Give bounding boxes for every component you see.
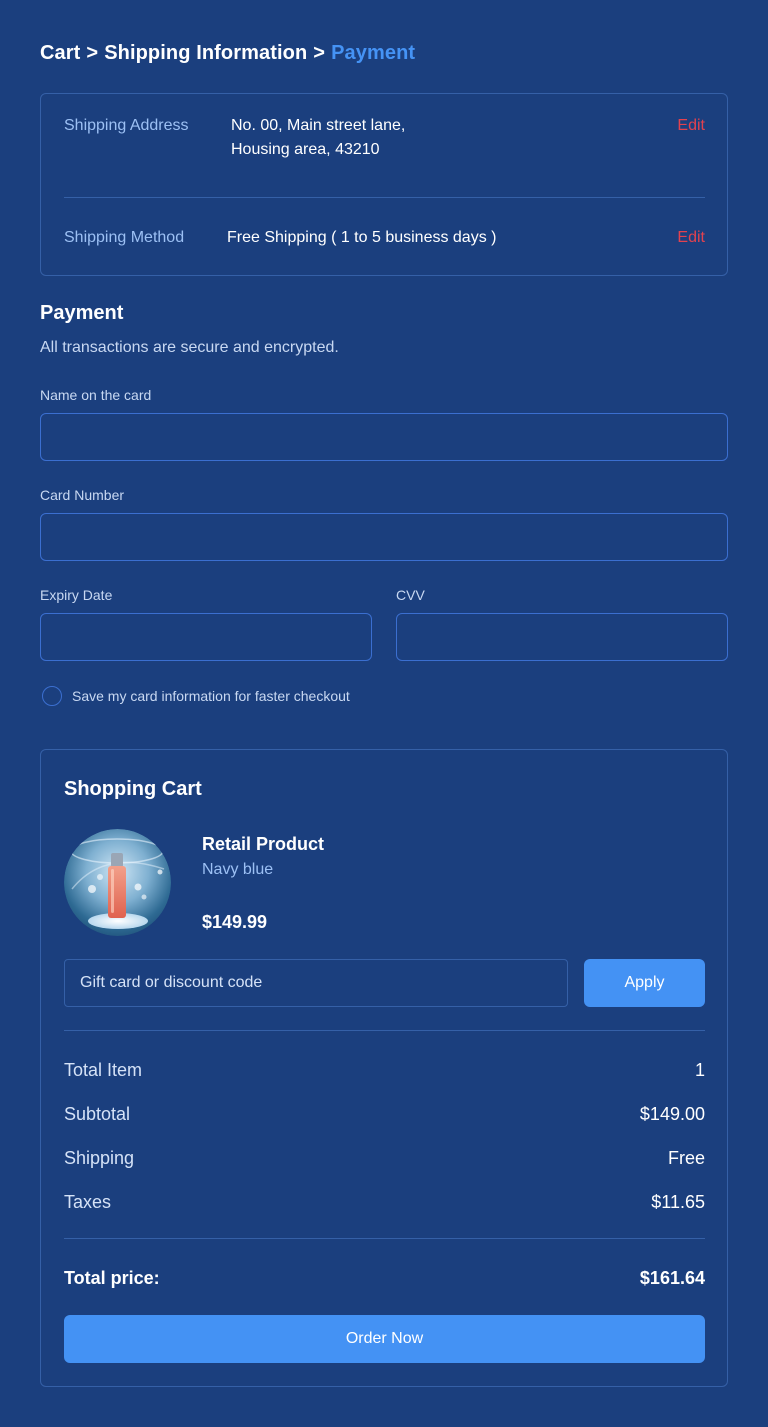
total-item-value: 1	[694, 1060, 705, 1080]
total-item-label: Total Item	[64, 1060, 143, 1080]
edit-method-link[interactable]: Edit	[677, 226, 705, 250]
address-line-1: No. 00, Main street lane,	[231, 117, 406, 134]
taxes-label: Taxes	[64, 1192, 112, 1212]
summary-taxes-row: Taxes $11.65	[64, 1190, 705, 1214]
shopping-cart-card: Shopping Cart Retail Product Navy blue $…	[40, 749, 728, 1387]
breadcrumb-separator: >	[86, 42, 99, 64]
edit-address-link[interactable]: Edit	[677, 114, 705, 138]
card-number-input[interactable]	[40, 513, 728, 561]
shipping-method-label: Shipping Method	[64, 229, 185, 246]
summary-total-price-row: Total price: $161.64	[64, 1266, 705, 1290]
payment-title: Payment	[40, 302, 124, 324]
breadcrumb-payment: Payment	[331, 42, 416, 64]
name-on-card-label: Name on the card	[40, 387, 152, 403]
shipping-address-value: No. 00, Main street lane, Housing area, …	[231, 114, 405, 162]
save-card-option[interactable]: Save my card information for faster chec…	[40, 686, 350, 706]
apply-discount-button[interactable]: Apply	[584, 959, 705, 1007]
product-price: $149.99	[202, 912, 268, 932]
perfume-bottle-image	[64, 829, 171, 936]
shipping-summary-card: Shipping Address No. 00, Main street lan…	[40, 93, 728, 276]
product-variant: Navy blue	[202, 861, 274, 878]
payment-subtitle: All transactions are secure and encrypte…	[40, 339, 339, 356]
shopping-cart-title: Shopping Cart	[64, 778, 202, 800]
divider	[64, 197, 705, 198]
total-price-value: $161.64	[639, 1268, 705, 1288]
summary-shipping-row: Shipping Free	[64, 1146, 705, 1170]
breadcrumb-cart[interactable]: Cart	[40, 42, 80, 64]
breadcrumb-shipping-information[interactable]: Shipping Information	[104, 42, 307, 64]
breadcrumb: Cart > Shipping Information > Payment	[40, 42, 415, 65]
shipping-method-value: Free Shipping ( 1 to 5 business days )	[227, 229, 497, 246]
expiry-date-label: Expiry Date	[40, 587, 113, 603]
total-price-label: Total price:	[64, 1268, 160, 1288]
summary-total-item-row: Total Item 1	[64, 1058, 705, 1082]
product-name: Retail Product	[202, 834, 325, 854]
breadcrumb-separator: >	[313, 42, 326, 64]
cvv-input[interactable]	[396, 613, 728, 661]
name-on-card-input[interactable]	[40, 413, 728, 461]
taxes-value: $11.65	[651, 1192, 705, 1212]
order-now-button[interactable]: Order Now	[64, 1315, 705, 1363]
expiry-date-input[interactable]	[40, 613, 372, 661]
divider	[64, 1030, 705, 1031]
shipping-value: Free	[667, 1148, 705, 1168]
cvv-label: CVV	[396, 587, 425, 603]
shipping-address-label: Shipping Address	[64, 117, 189, 134]
save-card-label: Save my card information for faster chec…	[72, 688, 350, 704]
save-card-radio[interactable]	[42, 686, 62, 706]
subtotal-label: Subtotal	[64, 1104, 131, 1124]
divider	[64, 1238, 705, 1239]
discount-code-input[interactable]	[64, 959, 568, 1007]
shipping-label: Shipping	[64, 1148, 135, 1168]
summary-subtotal-row: Subtotal $149.00	[64, 1102, 705, 1126]
card-number-label: Card Number	[40, 487, 125, 503]
subtotal-value: $149.00	[639, 1104, 705, 1124]
product-thumbnail-icon	[64, 829, 171, 936]
address-line-2: Housing area, 43210	[231, 141, 380, 158]
